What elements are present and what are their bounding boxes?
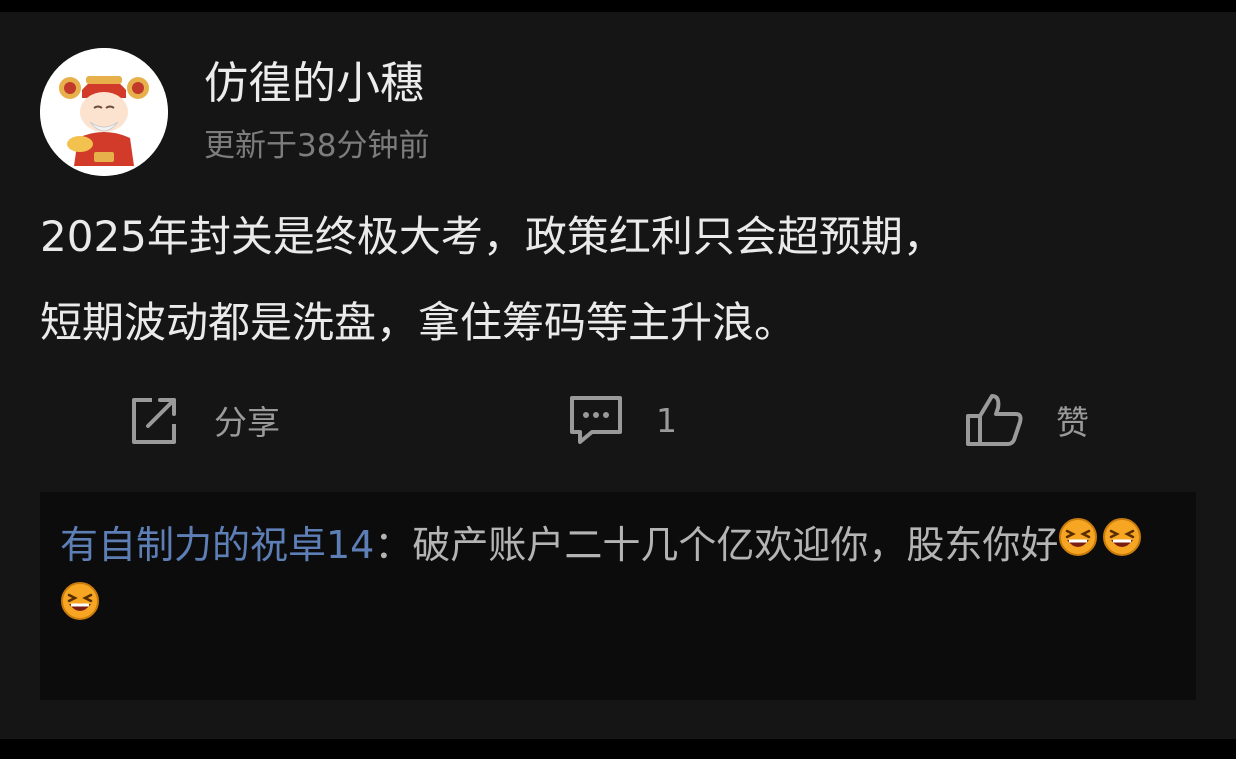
comment-item[interactable]: 有自制力的祝卓14：破产账户二十几个亿欢迎你，股东你好 [60,514,1170,643]
comment-text: 破产账户二十几个亿欢迎你，股东你好 [412,523,1059,567]
comment-button[interactable]: 1 [566,388,677,452]
post-timestamp: 更新于38分钟前 [204,128,430,164]
comment-separator: ： [374,523,413,567]
share-label: 分享 [214,403,280,442]
comment-preview[interactable]: 有自制力的祝卓14：破产账户二十几个亿欢迎你，股东你好 [40,492,1196,700]
author-name[interactable]: 仿徨的小穗 [204,56,424,112]
post-text-line: 2025年封关是终极大考，政策红利只会超预期， [40,212,945,261]
share-icon [132,398,176,444]
avatar[interactable] [40,48,168,176]
laughing-emoji-icon [1058,513,1098,575]
thumbs-up-icon [966,394,1023,446]
share-button[interactable]: 分享 [126,388,280,452]
like-label: 赞 [1056,403,1089,442]
comment-count: 1 [656,400,677,440]
like-button[interactable]: 赞 [964,388,1089,452]
post-text[interactable]: 2025年封关是终极大考，政策红利只会超预期， 短期波动都是洗盘，拿住筹码等主升… [40,194,1210,366]
laughing-emoji-icon [60,577,100,639]
fortune-god-avatar-icon [40,48,168,176]
laughing-emoji-icon [1102,513,1142,575]
post-text-line: 短期波动都是洗盘，拿住筹码等主升浪。 [40,298,797,347]
comment-author[interactable]: 有自制力的祝卓14 [60,523,374,567]
post-card: 仿徨的小穗 更新于38分钟前 2025年封关是终极大考，政策红利只会超预期， 短… [0,12,1236,739]
comment-icon [570,396,622,444]
